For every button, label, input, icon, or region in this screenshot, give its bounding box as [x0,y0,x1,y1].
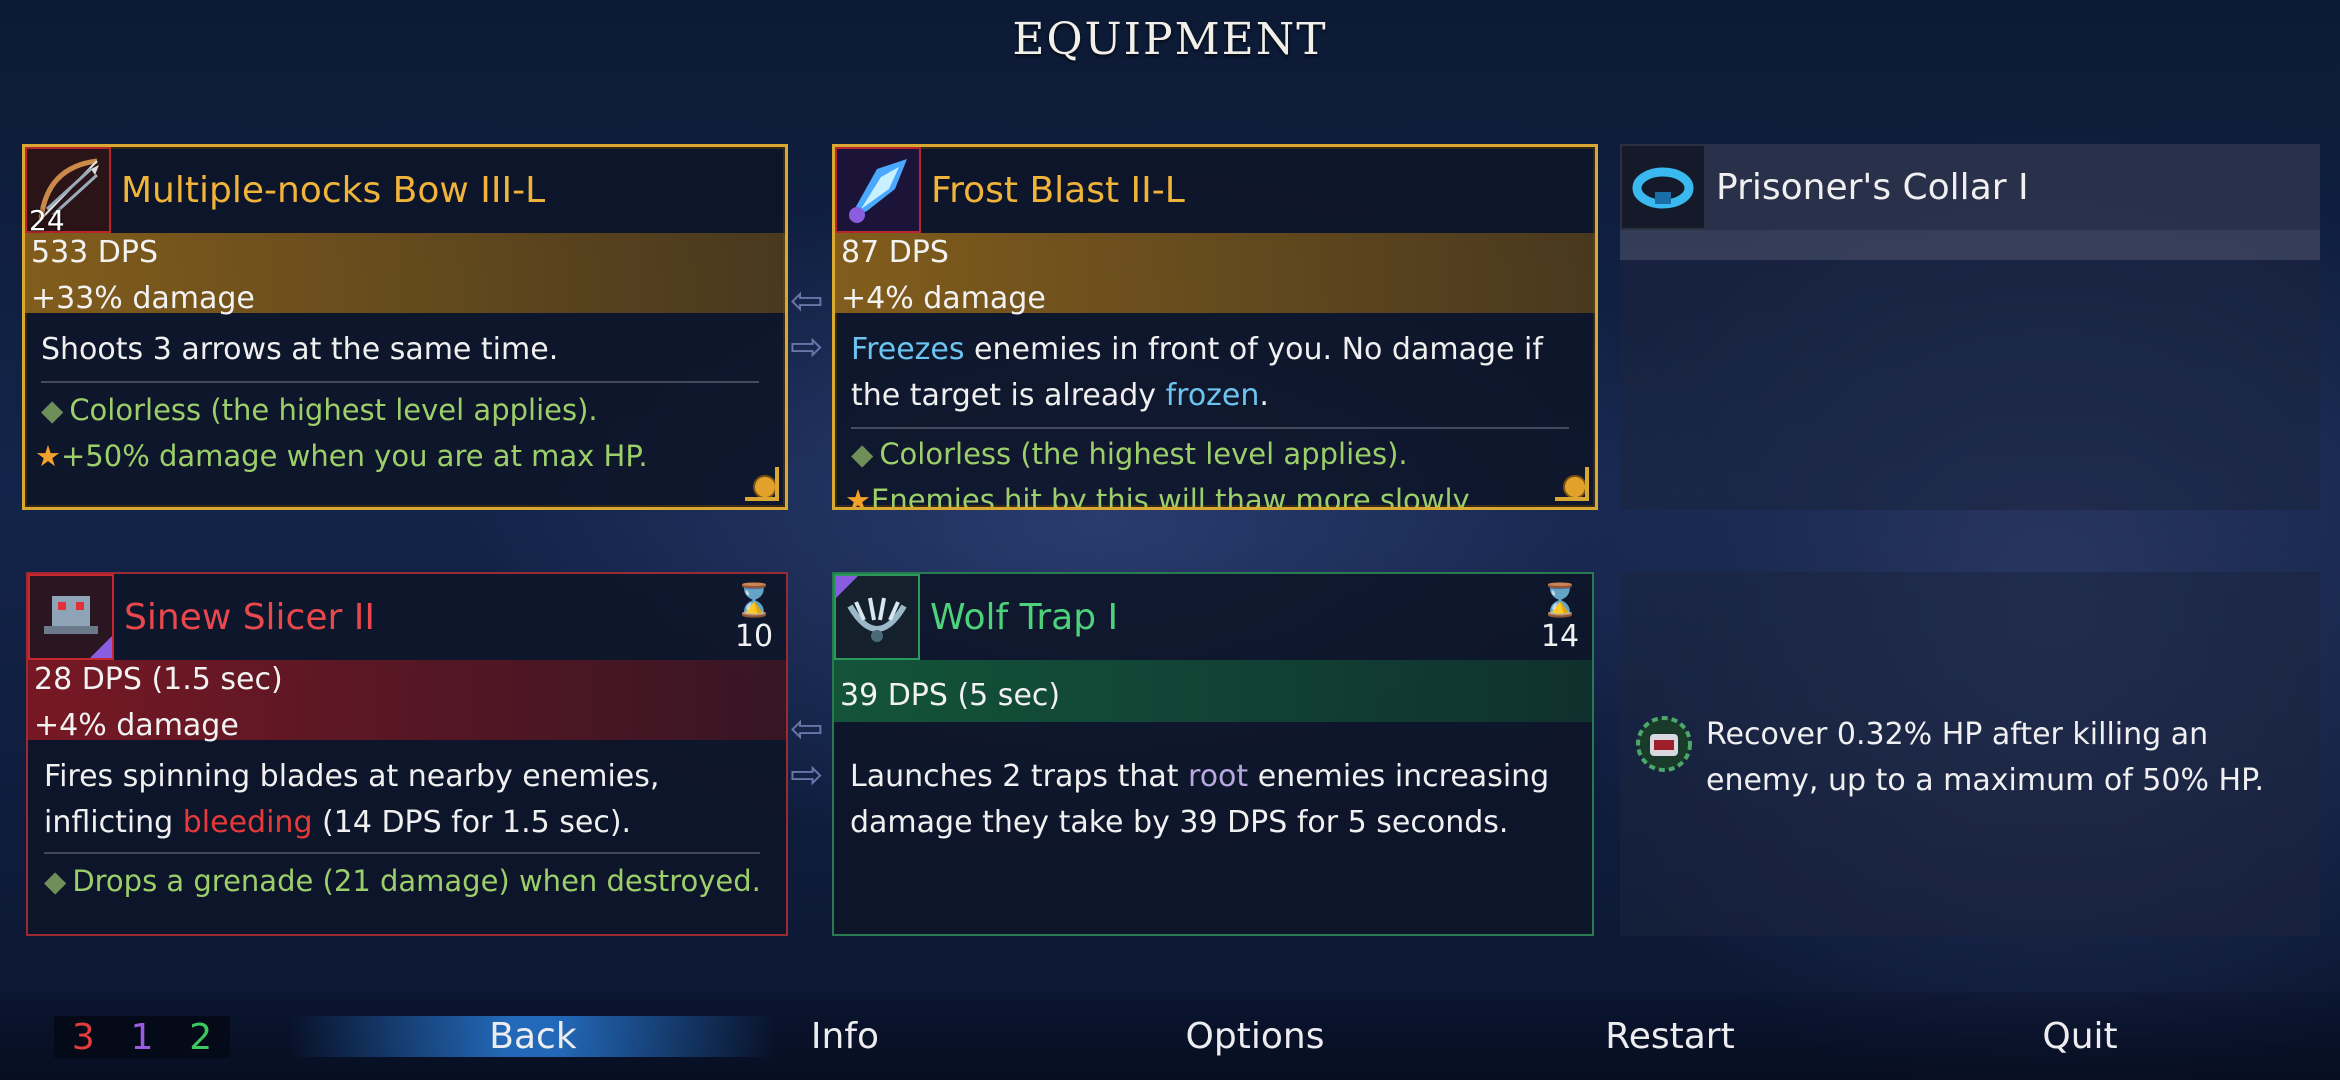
divider [44,852,760,854]
mutation-icon [1632,712,1696,776]
collar-icon [1620,144,1706,230]
survival-count: 2 [189,1016,213,1058]
swap-left-arrow-icon[interactable]: ⇦ [790,706,824,752]
options-button[interactable]: Options [1160,1016,1350,1057]
swap-right-arrow-icon[interactable]: ⇨ [790,324,824,370]
amulet-name: Prisoner's Collar I [1716,166,2029,208]
hourglass-icon: ⌛ [1540,581,1580,619]
damage-bonus: +4% damage [34,708,239,743]
skill-card-frost-blast[interactable]: Frost Blast II-L 87 DPS +4% damage Freez… [832,144,1598,510]
skill-description: Launches 2 traps that root enemies incre… [850,759,1550,840]
mutation-description: Recover 0.32% HP after killing an enemy,… [1706,717,2265,798]
amulet-card[interactable]: Prisoner's Collar I [1620,144,2320,510]
skill-description: Freezes enemies in front of you. No dama… [851,332,1543,413]
brutality-count: 3 [71,1016,95,1058]
divider [851,427,1569,429]
cooldown-timer: ⌛ 10 [732,580,776,654]
skill-card-sinew-slicer[interactable]: Sinew Slicer II ⌛ 10 28 DPS (1.5 sec) +4… [26,572,788,936]
gold-corner-ornament [745,467,779,501]
affix-line: ◆ Drops a grenade (21 damage) when destro… [44,864,761,898]
scroll-counts: 3 1 2 [54,1016,230,1058]
weapon-name: Multiple-nocks Bow III-L [121,169,546,211]
hourglass-icon: ⌛ [734,581,774,619]
diamond-icon: ◆ [851,437,874,471]
stat-band [1620,230,2320,260]
skill-name: Frost Blast II-L [931,169,1185,211]
weapon-description: Shoots 3 arrows at the same time. [41,332,559,367]
back-button[interactable]: Back [290,1016,776,1057]
info-button[interactable]: Info [760,1016,930,1057]
weapon-card-bow[interactable]: 24 Multiple-nocks Bow III-L 533 DPS +33%… [22,144,788,510]
skill-name: Sinew Slicer II [124,596,375,638]
bow-icon: 24 [25,147,111,237]
wolf-trap-icon [834,574,920,660]
sinew-slicer-icon [28,574,114,660]
affix-line: ◆ Colorless (the highest level applies). [41,393,598,427]
skill-description: Fires spinning blades at nearby enemies,… [44,759,660,840]
star-icon: ★ [35,439,61,473]
diamond-icon: ◆ [44,864,67,898]
skill-name: Wolf Trap I [930,596,1119,638]
dps-value: 87 DPS [841,235,949,270]
tactics-count: 1 [130,1016,154,1058]
affix-line: ★Enemies hit by this will thaw more slow… [845,483,1470,510]
damage-bonus: +4% damage [841,281,1046,316]
swap-left-arrow-icon[interactable]: ⇦ [790,278,824,324]
affix-line: ★+50% damage when you are at max HP. [35,439,648,473]
diamond-icon: ◆ [41,393,64,427]
screen-title: EQUIPMENT [1012,14,1328,65]
star-icon: ★ [845,483,871,510]
mutation-card[interactable]: Recover 0.32% HP after killing an enemy,… [1620,572,2320,936]
frost-blast-icon [835,147,921,233]
divider [41,381,759,383]
dps-value: 28 DPS (1.5 sec) [34,662,283,697]
restart-button[interactable]: Restart [1580,1016,1760,1057]
cooldown-timer: ⌛ 14 [1538,580,1582,654]
dps-value: 39 DPS (5 sec) [840,678,1061,713]
skill-card-wolf-trap[interactable]: Wolf Trap I ⌛ 14 39 DPS (5 sec) Launches… [832,572,1594,936]
damage-bonus: +33% damage [31,281,255,316]
dps-value: 533 DPS [31,235,159,270]
quit-button[interactable]: Quit [2010,1016,2150,1057]
swap-right-arrow-icon[interactable]: ⇨ [790,752,824,798]
affix-line: ◆ Colorless (the highest level applies). [851,437,1408,471]
gold-corner-ornament [1555,467,1589,501]
ammo-count: 24 [29,204,65,237]
